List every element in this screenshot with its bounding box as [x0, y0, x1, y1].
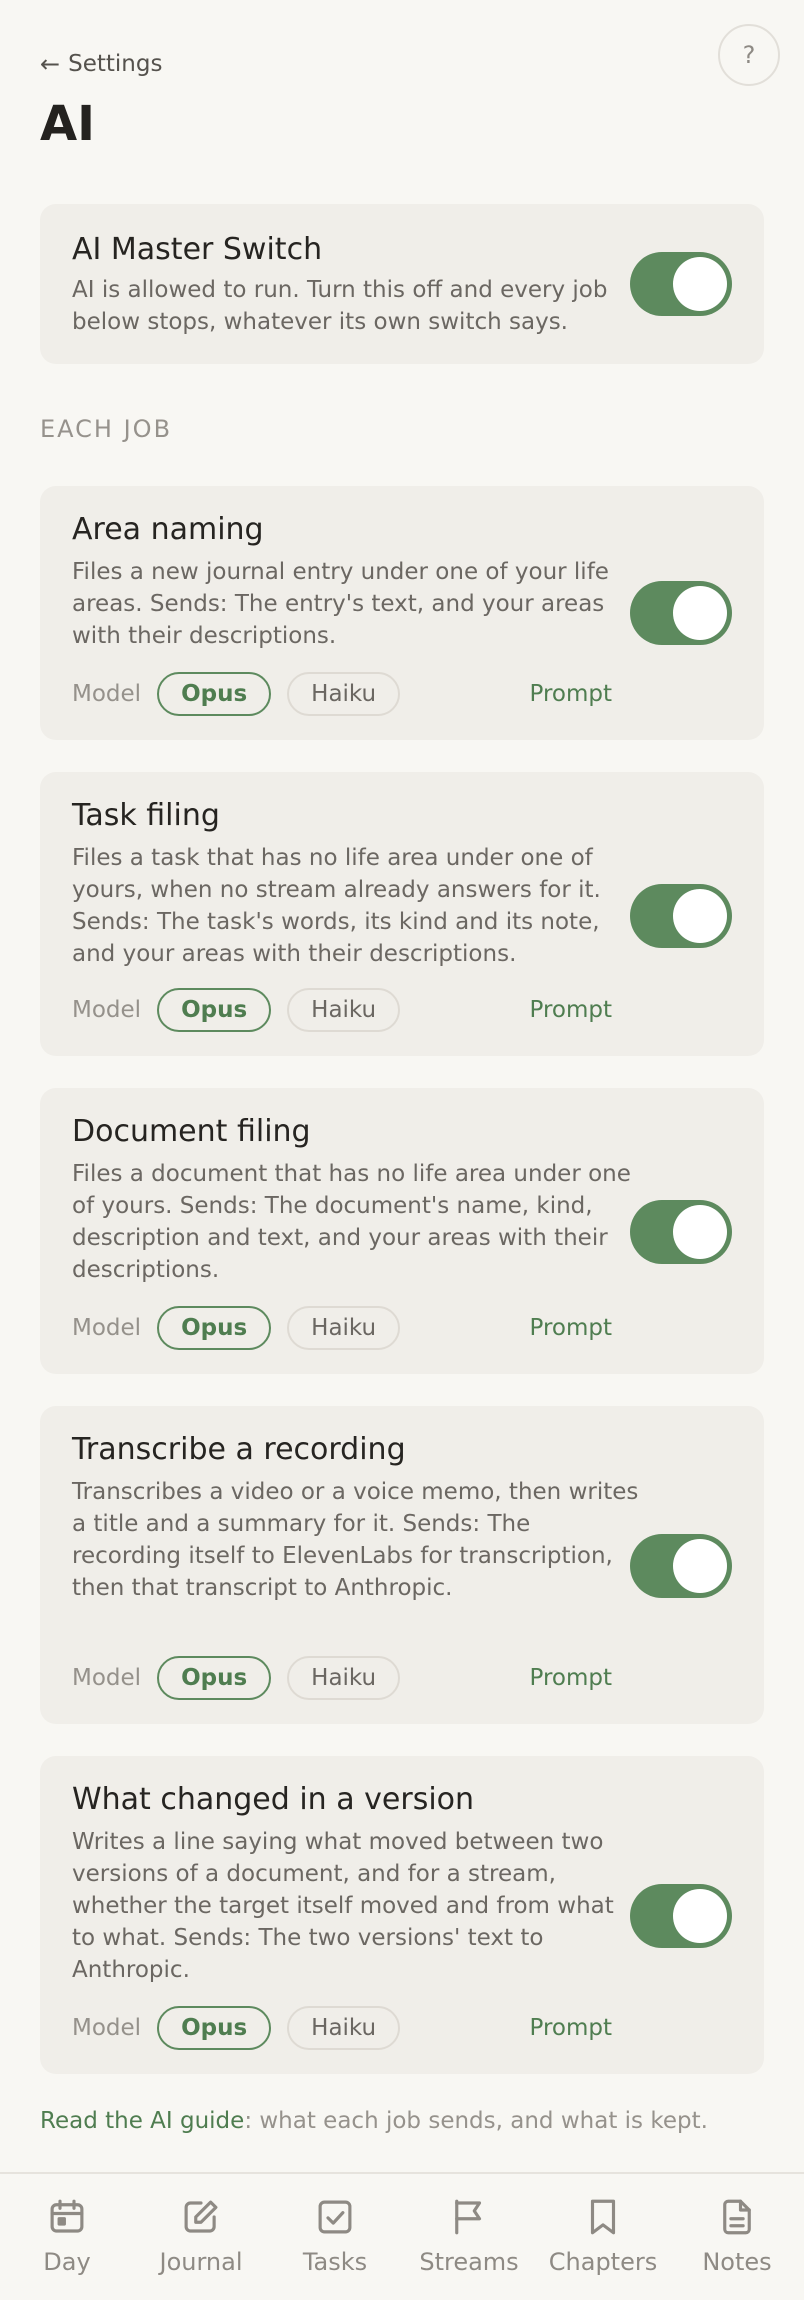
toggle-knob [673, 1889, 727, 1943]
toggle-knob [673, 1539, 727, 1593]
model-option-haiku[interactable]: Haiku [287, 988, 401, 1032]
model-option-opus[interactable]: Opus [157, 988, 272, 1032]
model-selector: Model Opus Haiku Prompt [72, 1306, 612, 1350]
job-card-area-naming: Area naming Files a new journal entry un… [40, 486, 764, 740]
model-label: Model [72, 681, 142, 707]
model-option-opus[interactable]: Opus [157, 1656, 272, 1700]
job-card-document-filing: Document filing Files a document that ha… [40, 1088, 764, 1374]
model-option-opus[interactable]: Opus [157, 672, 272, 716]
model-selector: Model Opus Haiku Prompt [72, 988, 612, 1032]
bottom-nav: Day Journal Tasks Streams Chapters Notes [0, 2172, 804, 2300]
prompt-link[interactable]: Prompt [529, 681, 612, 707]
model-option-haiku[interactable]: Haiku [287, 1656, 401, 1700]
nav-item-tasks[interactable]: Tasks [268, 2174, 402, 2300]
model-option-opus[interactable]: Opus [157, 2006, 272, 2050]
toggle-knob [673, 1205, 727, 1259]
job-card-task-filing: Task filing Files a task that has no lif… [40, 772, 764, 1056]
toggle-knob [673, 586, 727, 640]
flag-icon [455, 2199, 482, 2235]
model-option-haiku[interactable]: Haiku [287, 2006, 401, 2050]
job-description: Writes a line saying what moved between … [72, 1829, 614, 1983]
model-label: Model [72, 997, 142, 1023]
calendar-icon [50, 2199, 84, 2233]
job-title: Transcribe a recording [72, 1432, 406, 1467]
job-title: Task filing [72, 798, 220, 833]
toggle-knob [673, 257, 727, 311]
section-label: EACH JOB [40, 415, 173, 443]
model-option-haiku[interactable]: Haiku [287, 1306, 401, 1350]
model-option-haiku[interactable]: Haiku [287, 672, 401, 716]
model-selector: Model Opus Haiku Prompt [72, 672, 612, 716]
nav-label: Journal [159, 2248, 243, 2276]
nav-item-journal[interactable]: Journal [134, 2174, 268, 2300]
ai-guide-link[interactable]: Read the AI guide [40, 2108, 244, 2134]
prompt-link[interactable]: Prompt [529, 997, 612, 1023]
nav-item-chapters[interactable]: Chapters [536, 2174, 670, 2300]
job-description: Files a new journal entry under one of y… [72, 559, 609, 649]
job-toggle[interactable] [630, 581, 732, 645]
master-switch-card: AI Master Switch AI is allowed to run. T… [40, 204, 764, 364]
nav-item-streams[interactable]: Streams [402, 2174, 536, 2300]
toggle-knob [673, 889, 727, 943]
arrow-left-icon: ← [40, 50, 61, 78]
job-toggle[interactable] [630, 1534, 732, 1598]
model-option-opus[interactable]: Opus [157, 1306, 272, 1350]
top-bar: ← Settings ? [40, 24, 780, 128]
nav-label: Day [43, 2248, 91, 2276]
model-selector: Model Opus Haiku Prompt [72, 1656, 612, 1700]
nav-label: Notes [702, 2248, 772, 2276]
prompt-link[interactable]: Prompt [529, 1665, 612, 1691]
master-switch-description: AI is allowed to run. Turn this off and … [72, 277, 608, 335]
model-selector: Model Opus Haiku Prompt [72, 2006, 612, 2050]
nav-label: Streams [419, 2248, 519, 2276]
prompt-link[interactable]: Prompt [529, 1315, 612, 1341]
check-square-icon [318, 2200, 352, 2234]
master-switch-title: AI Master Switch [72, 232, 323, 267]
back-label: Settings [68, 51, 163, 77]
master-switch-toggle[interactable] [630, 252, 732, 316]
nav-label: Tasks [302, 2248, 368, 2276]
job-title: Area naming [72, 512, 264, 547]
model-label: Model [72, 2015, 142, 2041]
prompt-link[interactable]: Prompt [529, 2015, 612, 2041]
job-toggle[interactable] [630, 884, 732, 948]
model-label: Model [72, 1315, 142, 1341]
nav-item-notes[interactable]: Notes [670, 2174, 804, 2300]
ai-guide-text: : what each job sends, and what is kept. [244, 2108, 708, 2134]
back-to-settings-link[interactable]: ← Settings [40, 50, 162, 78]
model-label: Model [72, 1665, 142, 1691]
nav-label: Chapters [548, 2248, 658, 2276]
job-title: What changed in a version [72, 1782, 475, 1817]
nav-item-day[interactable]: Day [0, 2174, 134, 2300]
job-card-transcribe-recording: Transcribe a recording Transcribes a vid… [40, 1406, 764, 1724]
ai-guide-note: Read the AI guide: what each job sends, … [40, 2108, 708, 2134]
job-toggle[interactable] [630, 1884, 732, 1948]
job-description: Files a task that has no life area under… [72, 845, 601, 967]
job-description: Files a document that has no life area u… [72, 1161, 631, 1283]
page-title: AI [40, 96, 96, 152]
pencil-square-icon [184, 2200, 218, 2233]
job-title: Document filing [72, 1114, 311, 1149]
job-toggle[interactable] [630, 1200, 732, 1264]
help-button[interactable]: ? [718, 24, 780, 86]
bookmark-icon [590, 2199, 616, 2235]
document-icon [723, 2199, 751, 2235]
job-description: Transcribes a video or a voice memo, the… [72, 1479, 639, 1601]
job-card-version-changes: What changed in a version Writes a line … [40, 1756, 764, 2074]
